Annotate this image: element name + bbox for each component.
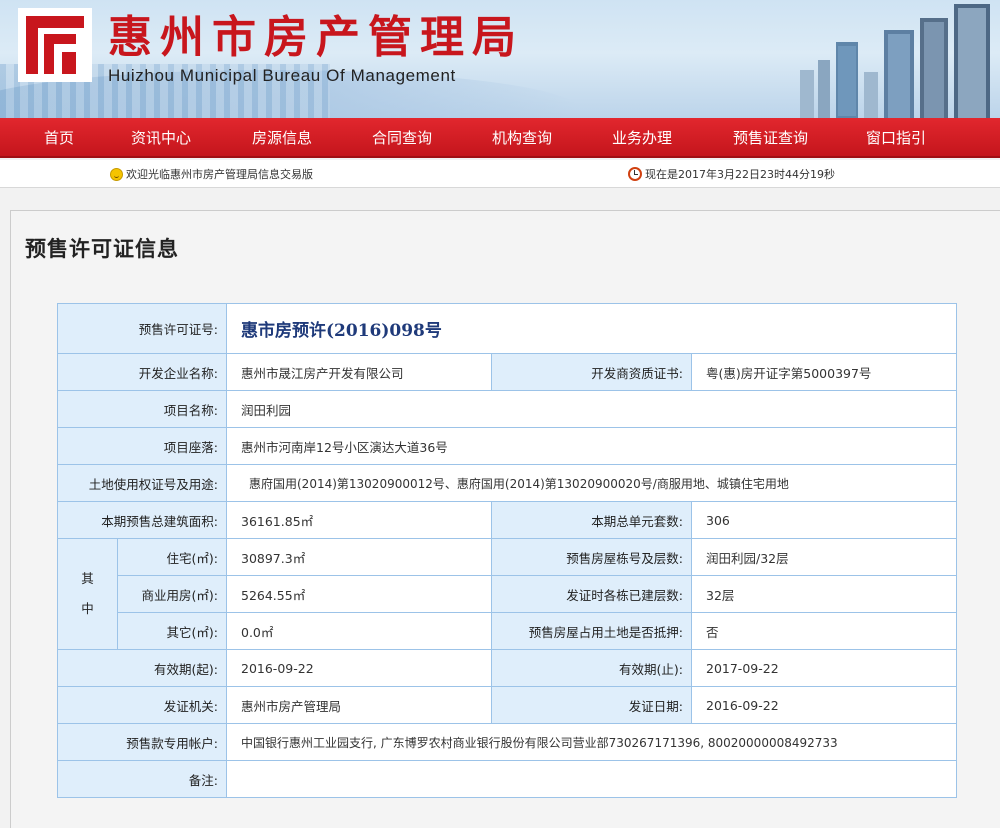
bureau-logo-icon [18, 8, 92, 82]
nav-presale-query[interactable]: 预售证查询 [733, 118, 808, 158]
permit-no-value: 惠市房预许(2016)098号 [225, 303, 958, 354]
table-row: 其中 住宅(㎡): 30897.3㎡ 预售房屋栋号及层数: 润田利园/32层 [57, 538, 958, 650]
other-label: 其它(㎡): [117, 612, 227, 650]
header-banner: 惠州市房产管理局 Huizhou Municipal Bureau Of Man… [0, 0, 1000, 118]
floors-built-label: 发证时各栋已建层数: [491, 575, 692, 613]
commercial-value: 5264.55㎡ [226, 575, 492, 613]
valid-to-value: 2017-09-22 [690, 649, 958, 687]
area-value: 36161.85㎡ [226, 501, 492, 539]
buildings-label: 预售房屋栋号及层数: [491, 538, 692, 576]
table-row: 土地使用权证号及用途: 惠府国用(2014)第13020900012号、惠府国用… [57, 464, 958, 502]
nav-business[interactable]: 业务办理 [612, 118, 672, 158]
issue-date-value: 2016-09-22 [690, 686, 958, 724]
table-row: 其它(㎡): 0.0㎡ 预售房屋占用土地是否抵押: 否 [58, 612, 958, 650]
table-row: 发证机关: 惠州市房产管理局 发证日期: 2016-09-22 [57, 686, 958, 724]
residential-label: 住宅(㎡): [117, 538, 227, 576]
table-row: 项目座落: 惠州市河南岸12号小区演达大道36号 [57, 427, 958, 465]
table-row: 项目名称: 润田利园 [57, 390, 958, 428]
issue-date-label: 发证日期: [491, 686, 692, 724]
among-label-text: 其中 [81, 571, 94, 616]
table-row: 商业用房(㎡): 5264.55㎡ 发证时各栋已建层数: 32层 [58, 575, 958, 613]
authority-value: 惠州市房产管理局 [226, 686, 492, 724]
table-row: 本期预售总建筑面积: 36161.85㎡ 本期总单元套数: 306 [57, 501, 958, 539]
nav-agency-query[interactable]: 机构查询 [492, 118, 552, 158]
smiley-icon [110, 167, 123, 181]
area-label: 本期预售总建筑面积: [57, 501, 227, 539]
valid-to-label: 有效期(止): [491, 649, 692, 687]
project-label: 项目名称: [57, 390, 227, 428]
developer-label: 开发企业名称: [57, 353, 227, 391]
table-row: 预售款专用帐户: 中国银行惠州工业园支行, 广东博罗农村商业银行股份有限公司营业… [57, 723, 958, 761]
commercial-label: 商业用房(㎡): [117, 575, 227, 613]
page-title: 预售许可证信息 [25, 236, 179, 261]
project-value: 润田利园 [225, 390, 958, 428]
authority-label: 发证机关: [57, 686, 227, 724]
location-label: 项目座落: [57, 427, 227, 465]
nav-news-center[interactable]: 资讯中心 [131, 118, 191, 158]
residential-value: 30897.3㎡ [226, 538, 492, 576]
among-label: 其中 [57, 538, 118, 650]
account-value: 中国银行惠州工业园支行, 广东博罗农村商业银行股份有限公司营业部73026717… [225, 723, 958, 761]
nav-window-guide[interactable]: 窗口指引 [866, 118, 926, 158]
nav-home[interactable]: 首页 [44, 118, 74, 158]
site-subtitle: Huizhou Municipal Bureau Of Management [108, 66, 456, 85]
qualification-value: 粤(惠)房开证字第5000397号 [690, 353, 958, 391]
mortgage-label: 预售房屋占用土地是否抵押: [491, 612, 692, 650]
permit-no-label: 预售许可证号: [57, 303, 227, 354]
nav-housing-info[interactable]: 房源信息 [252, 118, 312, 158]
valid-from-value: 2016-09-22 [226, 649, 492, 687]
info-strip: 欢迎光临惠州市房产管理局信息交易版 现在是2017年3月22日23时44分19秒 [0, 160, 1000, 188]
land-value: 惠府国用(2014)第13020900012号、惠府国用(2014)第13020… [225, 464, 958, 502]
buildings-value: 润田利园/32层 [690, 538, 958, 576]
qualification-label: 开发商资质证书: [491, 353, 692, 391]
welcome-text: 欢迎光临惠州市房产管理局信息交易版 [126, 168, 313, 181]
datetime-text: 现在是2017年3月22日23时44分19秒 [645, 168, 835, 181]
location-value: 惠州市河南岸12号小区演达大道36号 [225, 427, 958, 465]
current-datetime: 现在是2017年3月22日23时44分19秒 [628, 166, 835, 182]
table-row: 备注: [57, 760, 958, 798]
nav-contract-query[interactable]: 合同查询 [372, 118, 432, 158]
developer-value: 惠州市晟江房产开发有限公司 [226, 353, 492, 391]
mortgage-value: 否 [690, 612, 958, 650]
units-label: 本期总单元套数: [491, 501, 692, 539]
remark-value [225, 760, 958, 798]
table-row: 有效期(起): 2016-09-22 有效期(止): 2017-09-22 [57, 649, 958, 687]
site-title: 惠州市房产管理局 [108, 12, 524, 63]
presale-permit-table: 预售许可证号: 惠市房预许(2016)098号 开发企业名称: 惠州市晟江房产开… [57, 303, 958, 798]
other-value: 0.0㎡ [226, 612, 492, 650]
account-label: 预售款专用帐户: [57, 723, 227, 761]
clock-icon [628, 167, 642, 181]
main-navigation: 首页 资讯中心 房源信息 合同查询 机构查询 业务办理 预售证查询 窗口指引 [0, 118, 1000, 158]
remark-label: 备注: [57, 760, 227, 798]
table-row: 开发企业名称: 惠州市晟江房产开发有限公司 开发商资质证书: 粤(惠)房开证字第… [57, 353, 958, 391]
city-skyline-graphic [800, 4, 990, 118]
table-row: 预售许可证号: 惠市房预许(2016)098号 [57, 303, 958, 354]
units-value: 306 [690, 501, 958, 539]
land-label: 土地使用权证号及用途: [57, 464, 227, 502]
floors-built-value: 32层 [690, 575, 958, 613]
valid-from-label: 有效期(起): [57, 649, 227, 687]
welcome-message: 欢迎光临惠州市房产管理局信息交易版 [110, 166, 313, 182]
